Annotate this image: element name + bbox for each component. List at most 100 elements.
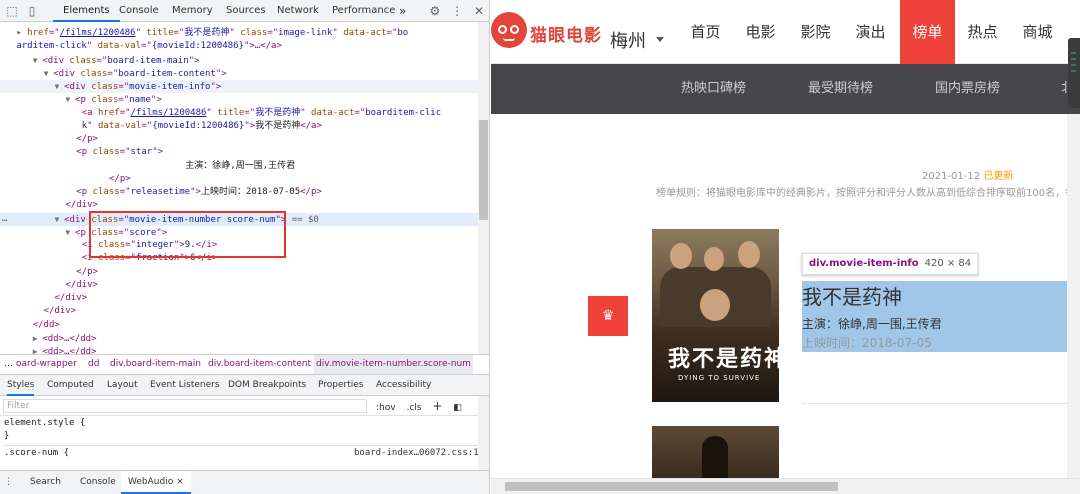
tab-dom-breakpoints[interactable]: DOM Breakpoints [228, 375, 306, 396]
dom-token: <div [64, 82, 92, 92]
breadcrumb-item[interactable]: div.board-item-main [110, 355, 201, 374]
elements-scrollbar-thumb[interactable] [479, 120, 488, 220]
nav-home[interactable]: 首页 [678, 0, 733, 64]
movie-title-link[interactable]: 我不是药神 [802, 281, 902, 310]
city-selector[interactable]: 梅州 [610, 27, 646, 53]
tab-console[interactable]: Console [119, 0, 159, 22]
hov-toggle[interactable]: :hov [376, 403, 396, 413]
expand-arrow-icon[interactable]: ▶ [33, 347, 43, 354]
dom-tree-node[interactable]: 主演：徐峥,周一围,王传君 [0, 160, 478, 173]
nav-mall[interactable]: 商城 [1010, 0, 1065, 64]
node-actions-dots[interactable]: … [2, 213, 7, 226]
style-source-link[interactable]: board-index…06072.css:1 [354, 448, 479, 458]
dom-tree-node[interactable]: ▼ <p class="name"> [0, 93, 478, 106]
styles-filter-input[interactable]: Filter [3, 399, 367, 413]
dom-tree-node[interactable]: </p> [0, 266, 478, 279]
dom-tree-node[interactable]: k" data-val="{movieId:1200486}">我不是药神</a… [0, 120, 478, 133]
breadcrumb-item[interactable]: oard-wrapper [16, 355, 77, 374]
ranking-rules: 榜单规则：将猫眼电影库中的经典影片，按照评分和评分人数从高到低综合排序取前100… [656, 188, 1080, 199]
breadcrumb-item[interactable]: div.board-item-content [208, 355, 311, 374]
dom-token: =" [96, 55, 108, 66]
dom-tree-node[interactable]: ▼ <div class="movie-item-info"> [0, 80, 478, 93]
page-horizontal-scrollbar-thumb[interactable] [505, 482, 838, 491]
dom-tree-node[interactable]: ▼ <div class="board-item-content"> [0, 67, 478, 80]
nav-movies[interactable]: 电影 [733, 0, 788, 64]
dom-token: <p [76, 187, 93, 197]
tab-memory[interactable]: Memory [172, 0, 213, 22]
expand-arrow-icon[interactable]: ▶ [33, 334, 43, 343]
subnav-box-office[interactable]: 国内票房榜 [935, 64, 1000, 114]
chevron-down-icon[interactable] [656, 37, 664, 42]
breadcrumb-ellipsis[interactable]: … [4, 355, 13, 374]
expand-arrow-icon[interactable]: ▼ [65, 95, 75, 104]
dom-tree-node[interactable]: ▶ <dd>…</dd> [0, 345, 478, 354]
dom-tree-node[interactable]: <p class="star"> [0, 146, 478, 159]
cls-toggle[interactable]: .cls [406, 403, 421, 413]
nav-rankings[interactable]: 榜单 [900, 0, 955, 64]
tab-computed[interactable]: Computed [47, 375, 94, 396]
tab-network[interactable]: Network [277, 0, 319, 22]
dom-tree-node[interactable]: </div> [0, 292, 478, 305]
gear-icon[interactable]: ⚙ [430, 3, 441, 19]
inspect-tooltip: div.movie-item-info 420 × 84 [802, 253, 979, 275]
style-rule-selector[interactable]: .score-num { [4, 448, 69, 458]
dom-token[interactable]: /films/1200486 [60, 28, 136, 38]
styles-scrollbar[interactable] [478, 396, 489, 470]
dom-token[interactable]: /films/1200486 [131, 108, 207, 118]
expand-arrow-icon[interactable]: ▼ [65, 228, 75, 237]
dom-tree-node[interactable]: ▼ <div class="board-item-main"> [0, 54, 478, 67]
new-style-rule-icon[interactable]: ◧ [453, 403, 462, 413]
expand-arrow-icon[interactable]: ▼ [33, 56, 43, 65]
expand-arrow-icon[interactable]: ▼ [44, 69, 54, 78]
close-icon[interactable]: ✕ [474, 3, 484, 19]
dom-tree-node[interactable]: </div> [0, 279, 478, 292]
breadcrumb-item[interactable]: dd [88, 355, 99, 374]
close-icon[interactable]: × [176, 477, 184, 487]
side-widget[interactable] [1068, 38, 1080, 108]
tab-properties[interactable]: Properties [318, 375, 363, 396]
tab-performance[interactable]: Performance [332, 0, 395, 22]
inspect-icon[interactable]: ⬚ [4, 3, 20, 19]
drawer-tab-search[interactable]: Search [30, 471, 61, 494]
drawer-tab-console[interactable]: Console [80, 471, 116, 494]
dom-tree-node[interactable]: </p> [0, 173, 478, 186]
maoyan-logo[interactable] [491, 12, 527, 48]
drawer-tab-webaudio[interactable]: WebAudio × [121, 471, 191, 494]
dom-tree-node[interactable]: ▸ href="/films/1200486" title="我不是药神" cl… [0, 27, 478, 40]
brand-name[interactable]: 猫眼电影 [530, 21, 602, 46]
movie-poster[interactable]: 我不是药神 DYING TO SURVIVE [652, 229, 779, 402]
dom-token: board-item-content [118, 68, 216, 79]
dom-tree-node[interactable]: <a href="/films/1200486" title="我不是药神" d… [0, 107, 478, 120]
expand-arrow-icon[interactable]: ▼ [55, 215, 65, 224]
expand-arrow-icon[interactable]: ▼ [55, 82, 65, 91]
device-toggle-icon[interactable]: ▯ [24, 3, 40, 19]
nav-hot[interactable]: 热点 [955, 0, 1010, 64]
tab-sources[interactable]: Sources [226, 0, 266, 22]
dom-token: =" [119, 107, 131, 118]
subnav-most-anticipated[interactable]: 最受期待榜 [808, 64, 873, 114]
more-tabs-button[interactable]: » [399, 0, 406, 22]
dom-tree-node[interactable]: arditem-click" data-val="{movieId:120048… [0, 40, 478, 53]
tab-styles[interactable]: Styles [7, 375, 35, 396]
styles-pane: element.style { } .score-num { board-ind… [0, 416, 482, 470]
dom-tree-node[interactable]: </div> [0, 305, 478, 318]
dom-tree-node[interactable]: </dd> [0, 319, 478, 332]
add-rule-button[interactable]: + [432, 399, 442, 413]
tab-event-listeners[interactable]: Event Listeners [150, 375, 220, 396]
tab-accessibility[interactable]: Accessibility [376, 375, 431, 396]
tab-elements[interactable]: Elements [53, 0, 120, 22]
nav-shows[interactable]: 演出 [843, 0, 898, 64]
dom-tree-node[interactable]: ▶ <dd>…</dd> [0, 332, 478, 345]
update-date: 2021-01-12 [922, 171, 981, 182]
style-rule-selector[interactable]: element.style { [4, 418, 85, 428]
poster-face [670, 243, 692, 269]
breadcrumb-current[interactable]: div.movie-item-number.score-num [314, 355, 473, 374]
nav-cinemas[interactable]: 影院 [788, 0, 843, 64]
kebab-menu-icon[interactable]: ⋮ [4, 471, 13, 494]
page-vertical-scrollbar[interactable] [1067, 114, 1080, 478]
dom-tree-node[interactable]: <p class="releasetime">上映时间：2018-07-05</… [0, 186, 478, 199]
kebab-menu-icon[interactable]: ⋮ [451, 3, 463, 19]
dom-tree-node[interactable]: </p> [0, 133, 478, 146]
tab-layout[interactable]: Layout [107, 375, 138, 396]
subnav-word-of-mouth[interactable]: 热映口碑榜 [681, 64, 746, 114]
